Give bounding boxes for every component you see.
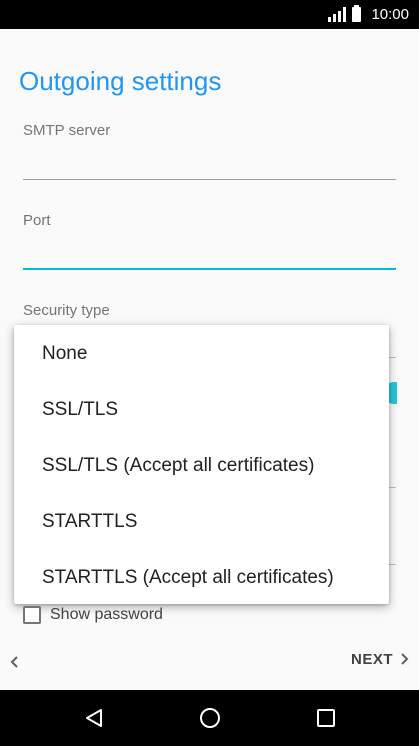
next-label: NEXT: [350, 650, 393, 668]
status-bar: 10:00: [0, 0, 419, 29]
show-password-row[interactable]: Show password: [23, 606, 163, 624]
dropdown-option-none[interactable]: None: [14, 326, 389, 382]
nav-recents-icon: [317, 709, 335, 727]
status-time: 10:00: [371, 6, 409, 23]
show-password-checkbox[interactable]: [23, 606, 41, 624]
next-button[interactable]: NEXT: [351, 650, 411, 668]
port-field[interactable]: [23, 268, 396, 270]
nav-home-button[interactable]: [180, 690, 240, 746]
battery-icon: [352, 5, 362, 22]
dropdown-option-ssl-tls-accept-all[interactable]: SSL/TLS (Accept all certificates): [14, 438, 389, 494]
security-type-label: Security type: [23, 302, 110, 319]
chevron-right-icon: [401, 653, 409, 665]
dropdown-option-starttls[interactable]: STARTTLS: [14, 494, 389, 550]
security-type-dropdown: None SSL/TLS SSL/TLS (Accept all certifi…: [14, 325, 389, 604]
smtp-server-label: SMTP server: [23, 122, 111, 139]
dropdown-option-ssl-tls[interactable]: SSL/TLS: [14, 382, 389, 438]
nav-back-icon: [86, 709, 102, 727]
signal-icon: [328, 7, 347, 22]
nav-recents-button[interactable]: [296, 690, 356, 746]
nav-back-button[interactable]: [64, 690, 124, 746]
status-icons: 10:00: [328, 0, 409, 29]
smtp-server-field[interactable]: [23, 179, 396, 180]
navigation-bar: [0, 690, 419, 746]
chevron-left-icon[interactable]: [8, 653, 22, 671]
page-title: Outgoing settings: [19, 66, 222, 96]
nav-home-icon: [200, 708, 220, 728]
dropdown-option-starttls-accept-all[interactable]: STARTTLS (Accept all certificates): [14, 550, 389, 606]
port-label: Port: [23, 212, 51, 229]
show-password-label: Show password: [50, 606, 163, 623]
